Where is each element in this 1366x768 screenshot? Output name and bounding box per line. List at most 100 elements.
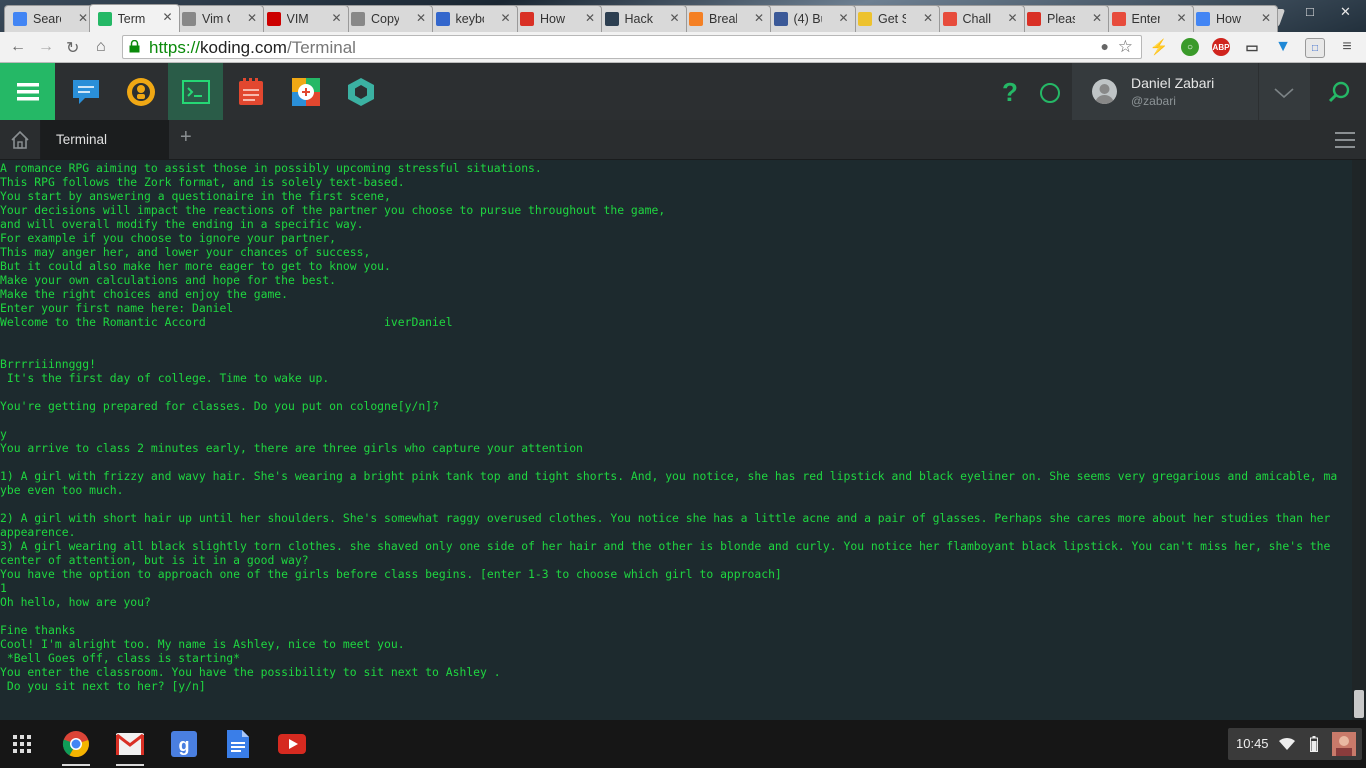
main-menu-button[interactable] — [0, 63, 55, 120]
system-tray[interactable]: 10:45 — [1228, 728, 1362, 760]
stackoverflow-icon — [689, 12, 703, 26]
browser-tab[interactable]: (4) Bu ✕ — [764, 5, 856, 32]
close-tab-icon[interactable]: ✕ — [247, 11, 257, 25]
lock-icon — [129, 40, 140, 53]
browser-tab-strip: How✕Enter✕Pleas✕Chall✕Get S✕(4) Bu✕Break… — [0, 0, 1366, 32]
browser-tab[interactable]: Chall ✕ — [933, 5, 1025, 32]
youtube-icon[interactable] — [277, 729, 307, 759]
chevron-down-icon — [1274, 88, 1294, 98]
launcher-icon[interactable] — [7, 729, 37, 759]
cast-icon[interactable]: ▭ — [1243, 38, 1261, 56]
user-account[interactable]: Daniel Zabari @zabari — [1072, 63, 1258, 120]
close-tab-icon[interactable]: ✕ — [669, 11, 679, 25]
filter-extension-icon[interactable]: ▼ — [1274, 38, 1292, 56]
play-icon — [13, 12, 27, 26]
browser-tab-title: Terminal — [117, 11, 146, 26]
browser-tab[interactable]: How ✕ — [1187, 5, 1278, 32]
hamburger-icon — [16, 82, 39, 100]
home-icon[interactable]: ⌂ — [96, 38, 106, 56]
browser-tab[interactable]: Copy ✕ — [342, 5, 433, 32]
koding-header: ? Daniel Zabari @zabari — [0, 63, 1366, 120]
close-tab-icon[interactable]: ✕ — [78, 11, 88, 25]
close-tab-icon[interactable]: ✕ — [416, 11, 426, 25]
close-tab-icon[interactable]: ✕ — [500, 11, 510, 25]
page-icon — [182, 12, 196, 26]
close-tab-icon[interactable]: ✕ — [838, 11, 848, 25]
tab-terminal[interactable]: Terminal — [41, 120, 169, 159]
back-icon[interactable]: ← — [10, 38, 26, 56]
address-bar[interactable]: https://koding.com/Terminal ● ☆ — [122, 35, 1142, 59]
browser-tab[interactable]: Vim Cheat Sheet ✕ — [173, 5, 264, 32]
browser-tab[interactable]: VIM ✕ — [257, 5, 349, 32]
browser-tab[interactable]: Search ✕ — [4, 5, 95, 32]
browser-tab-title: Chall — [962, 12, 991, 26]
browser-tab[interactable]: Hacker ✕ — [595, 5, 687, 32]
browser-tab-title: VIM — [286, 12, 309, 26]
search-button[interactable] — [1311, 63, 1366, 120]
hexagon-icon — [347, 77, 374, 106]
help-icon[interactable]: ? — [1002, 77, 1018, 108]
environments-button[interactable] — [333, 63, 388, 120]
close-tab-icon[interactable]: ✕ — [1176, 11, 1186, 25]
running-indicator — [62, 764, 90, 766]
lightning-extension-icon[interactable]: ⚡ — [1150, 38, 1169, 56]
account-dropdown-button[interactable] — [1259, 63, 1310, 120]
chrome-icon — [1196, 12, 1210, 26]
close-tab-icon[interactable]: ✕ — [162, 10, 172, 24]
add-tab-button[interactable]: + — [180, 126, 192, 149]
status-circle-icon[interactable] — [1040, 83, 1060, 103]
browser-tab[interactable]: Pleas ✕ — [1018, 5, 1109, 32]
docs-icon[interactable] — [223, 729, 253, 759]
battery-icon — [1310, 736, 1318, 752]
close-tab-icon[interactable]: ✕ — [754, 11, 764, 25]
browser-tab-title: Search — [33, 12, 61, 26]
puzzle-icon — [942, 12, 957, 26]
browser-tab[interactable]: How ✕ — [511, 5, 602, 32]
close-tab-icon[interactable]: ✕ — [331, 11, 341, 25]
browser-tab[interactable]: Terminal ✕ — [88, 4, 180, 32]
editor-app-button[interactable] — [223, 63, 278, 120]
close-window-icon[interactable]: ✕ — [1340, 4, 1351, 20]
terminal-icon — [181, 79, 210, 104]
workspace-tab-bar: Terminal + — [0, 120, 1366, 160]
close-tab-icon[interactable]: ✕ — [923, 11, 933, 25]
browser-tab-title: Break — [709, 12, 737, 26]
google-search-icon[interactable]: g — [169, 729, 199, 759]
forward-icon[interactable]: → — [38, 38, 54, 56]
chrome-menu-icon[interactable]: ≡ — [1338, 38, 1356, 56]
workspace-home-button[interactable] — [0, 120, 41, 159]
gmail-icon[interactable] — [115, 729, 145, 759]
panel-menu-icon[interactable] — [1335, 131, 1355, 149]
browser-tab-title: Vim Cheat Sheet — [202, 12, 230, 26]
clock: 10:45 — [1236, 736, 1269, 751]
chat-bubble-icon — [72, 79, 99, 104]
reload-icon[interactable]: ↻ — [66, 38, 79, 58]
bookmark-star-icon[interactable]: ☆ — [1118, 37, 1133, 57]
activity-button[interactable] — [58, 63, 113, 120]
green-circle-extension-icon[interactable]: ○ — [1181, 38, 1199, 56]
gmail-icon — [520, 12, 534, 26]
ru-icon — [266, 12, 281, 26]
chrome-icon[interactable] — [61, 729, 91, 759]
lightbulb-icon[interactable]: ● — [1101, 38, 1109, 54]
scrollbar-thumb[interactable] — [1354, 690, 1364, 718]
adblock-icon[interactable]: ABP — [1212, 38, 1230, 56]
terminal-app-button[interactable] — [168, 63, 223, 120]
teamwork-button[interactable] — [113, 63, 168, 120]
browser-tab-title: How — [540, 12, 566, 26]
browser-tab[interactable]: keyboard ✕ — [426, 5, 518, 32]
close-tab-icon[interactable]: ✕ — [585, 11, 595, 25]
browser-tab[interactable]: Enter ✕ — [1102, 5, 1194, 32]
page-extension-icon[interactable]: □ — [1305, 38, 1325, 58]
browser-tab[interactable]: Break ✕ — [680, 5, 771, 32]
close-tab-icon[interactable]: ✕ — [1007, 11, 1017, 25]
close-tab-icon[interactable]: ✕ — [1092, 11, 1102, 25]
terminal-output[interactable]: — A romance RPG aiming to assist those i… — [0, 160, 1352, 720]
user-handle: @zabari — [1131, 94, 1176, 108]
apps-button[interactable] — [278, 63, 333, 120]
terminal-scrollbar[interactable] — [1352, 160, 1366, 720]
doc-icon — [351, 12, 365, 26]
close-tab-icon[interactable]: ✕ — [1261, 11, 1271, 25]
browser-tab[interactable]: Get S ✕ — [849, 5, 940, 32]
restore-window-icon[interactable]: □ — [1306, 4, 1314, 19]
